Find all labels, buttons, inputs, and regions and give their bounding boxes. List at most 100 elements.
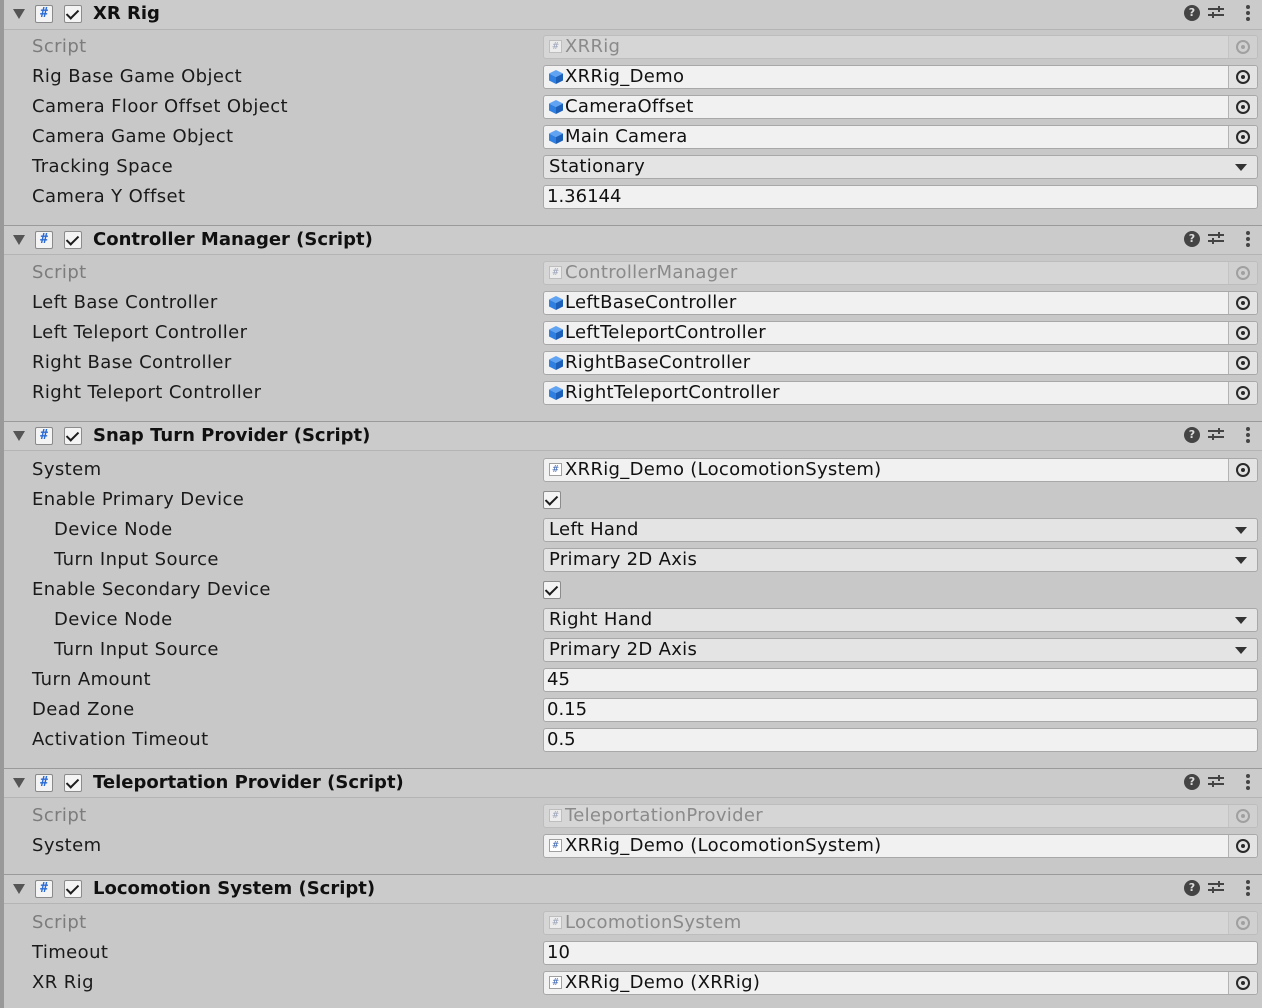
xr-rig-object-field[interactable]: # XRRig_Demo (XRRig)	[543, 971, 1258, 995]
property-label: Turn Input Source	[54, 639, 219, 660]
object-picker-icon	[1228, 912, 1257, 934]
property-row-camera-game-object: Camera Game Object Main Camera	[4, 122, 1262, 152]
property-row-turn-input-source: Turn Input Source Primary 2D Axis	[4, 545, 1262, 575]
device-node-dropdown[interactable]: Left Hand	[543, 518, 1258, 542]
field-value: 1.36144	[547, 186, 622, 207]
object-picker-icon[interactable]	[1228, 835, 1257, 857]
component-xr-rig: # XR Rig? Script # XRRig Rig Base Game Object…	[4, 0, 1262, 224]
rig-base-game-object-object-field[interactable]: XRRig_Demo	[543, 65, 1258, 89]
object-picker-icon[interactable]	[1228, 459, 1257, 481]
dead-zone-number-field[interactable]: 0.15	[543, 698, 1258, 722]
timeout-number-field[interactable]: 10	[543, 941, 1258, 965]
object-picker-icon[interactable]	[1228, 96, 1257, 118]
tracking-space-dropdown[interactable]: Stationary	[543, 155, 1258, 179]
more-options-icon[interactable]	[1246, 880, 1250, 896]
component-header[interactable]: # Teleportation Provider (Script)?	[4, 768, 1262, 798]
property-row-script: Script # LocomotionSystem	[4, 908, 1262, 938]
turn-input-source-dropdown[interactable]: Primary 2D Axis	[543, 638, 1258, 662]
help-icon[interactable]: ?	[1184, 427, 1200, 443]
property-label: Rig Base Game Object	[32, 66, 243, 87]
script-object-field: # TeleportationProvider	[543, 804, 1258, 828]
component-enabled-checkbox[interactable]	[64, 880, 82, 898]
foldout-arrow-icon[interactable]	[13, 778, 25, 788]
component-header[interactable]: # Snap Turn Provider (Script)?	[4, 421, 1262, 451]
activation-timeout-number-field[interactable]: 0.5	[543, 728, 1258, 752]
property-label: Dead Zone	[32, 699, 135, 720]
property-label: XR Rig	[32, 972, 94, 993]
component-header[interactable]: # Locomotion System (Script)?	[4, 874, 1262, 904]
gameobject-cube-icon	[549, 296, 563, 310]
foldout-arrow-icon[interactable]	[13, 884, 25, 894]
turn-amount-number-field[interactable]: 45	[543, 668, 1258, 692]
object-picker-icon[interactable]	[1228, 292, 1257, 314]
field-value: LeftBaseController	[565, 292, 737, 313]
foldout-arrow-icon[interactable]	[13, 431, 25, 441]
foldout-arrow-icon[interactable]	[13, 235, 25, 245]
property-row-device-node: Device Node Left Hand	[4, 515, 1262, 545]
object-picker-icon[interactable]	[1228, 972, 1257, 994]
property-label: Turn Input Source	[54, 549, 219, 570]
left-base-controller-object-field[interactable]: LeftBaseController	[543, 291, 1258, 315]
object-picker-icon	[1228, 805, 1257, 827]
camera-floor-offset-object-object-field[interactable]: CameraOffset	[543, 95, 1258, 119]
gameobject-cube-icon	[549, 130, 563, 144]
field-value: TeleportationProvider	[565, 805, 763, 826]
script-icon: #	[35, 5, 53, 23]
foldout-arrow-icon[interactable]	[13, 9, 25, 19]
more-options-icon[interactable]	[1246, 5, 1250, 21]
property-row-activation-timeout: Activation Timeout 0.5	[4, 725, 1262, 755]
system-object-field[interactable]: # XRRig_Demo (LocomotionSystem)	[543, 834, 1258, 858]
component-enabled-checkbox[interactable]	[64, 5, 82, 23]
help-icon[interactable]: ?	[1184, 880, 1200, 896]
property-label: Left Base Controller	[32, 292, 218, 313]
property-row-right-teleport-controller: Right Teleport Controller RightTeleportCo…	[4, 378, 1262, 408]
property-row-script: Script # XRRig	[4, 32, 1262, 62]
component-header[interactable]: # XR Rig?	[4, 0, 1262, 30]
component-header[interactable]: # Controller Manager (Script)?	[4, 225, 1262, 255]
enable-primary-device-checkbox[interactable]	[543, 491, 561, 509]
property-row-dead-zone: Dead Zone 0.15	[4, 695, 1262, 725]
object-picker-icon[interactable]	[1228, 352, 1257, 374]
presets-icon[interactable]	[1208, 231, 1224, 247]
object-picker-icon[interactable]	[1228, 322, 1257, 344]
more-options-icon[interactable]	[1246, 231, 1250, 247]
script-icon: #	[35, 231, 53, 249]
help-icon[interactable]: ?	[1184, 5, 1200, 21]
presets-icon[interactable]	[1208, 5, 1224, 21]
system-object-field[interactable]: # XRRig_Demo (LocomotionSystem)	[543, 458, 1258, 482]
field-value: XRRig_Demo	[565, 66, 685, 87]
object-picker-icon[interactable]	[1228, 66, 1257, 88]
property-row-camera-floor-offset-object: Camera Floor Offset Object CameraOffset	[4, 92, 1262, 122]
component-enabled-checkbox[interactable]	[64, 774, 82, 792]
component-enabled-checkbox[interactable]	[64, 231, 82, 249]
more-options-icon[interactable]	[1246, 774, 1250, 790]
object-picker-icon[interactable]	[1228, 126, 1257, 148]
object-picker-icon[interactable]	[1228, 382, 1257, 404]
presets-icon[interactable]	[1208, 880, 1224, 896]
presets-icon[interactable]	[1208, 774, 1224, 790]
property-row-enable-primary-device: Enable Primary Device	[4, 485, 1262, 515]
left-teleport-controller-object-field[interactable]: LeftTeleportController	[543, 321, 1258, 345]
property-label: Device Node	[54, 519, 173, 540]
property-label: Script	[32, 36, 87, 57]
turn-input-source-dropdown[interactable]: Primary 2D Axis	[543, 548, 1258, 572]
property-label: Script	[32, 912, 87, 933]
script-asset-icon: #	[549, 266, 563, 280]
camera-game-object-object-field[interactable]: Main Camera	[543, 125, 1258, 149]
field-value: ControllerManager	[565, 262, 738, 283]
component-title: Teleportation Provider (Script)	[93, 772, 404, 793]
help-icon[interactable]: ?	[1184, 231, 1200, 247]
device-node-dropdown[interactable]: Right Hand	[543, 608, 1258, 632]
right-teleport-controller-object-field[interactable]: RightTeleportController	[543, 381, 1258, 405]
dropdown-arrow-icon	[1235, 647, 1247, 654]
right-base-controller-object-field[interactable]: RightBaseController	[543, 351, 1258, 375]
help-icon[interactable]: ?	[1184, 774, 1200, 790]
presets-icon[interactable]	[1208, 427, 1224, 443]
enable-secondary-device-checkbox[interactable]	[543, 581, 561, 599]
field-value: XRRig_Demo (XRRig)	[565, 972, 761, 993]
more-options-icon[interactable]	[1246, 427, 1250, 443]
script-asset-icon: #	[549, 839, 563, 853]
component-enabled-checkbox[interactable]	[64, 427, 82, 445]
property-label: Camera Floor Offset Object	[32, 96, 288, 117]
camera-y-offset-number-field[interactable]: 1.36144	[543, 185, 1258, 209]
